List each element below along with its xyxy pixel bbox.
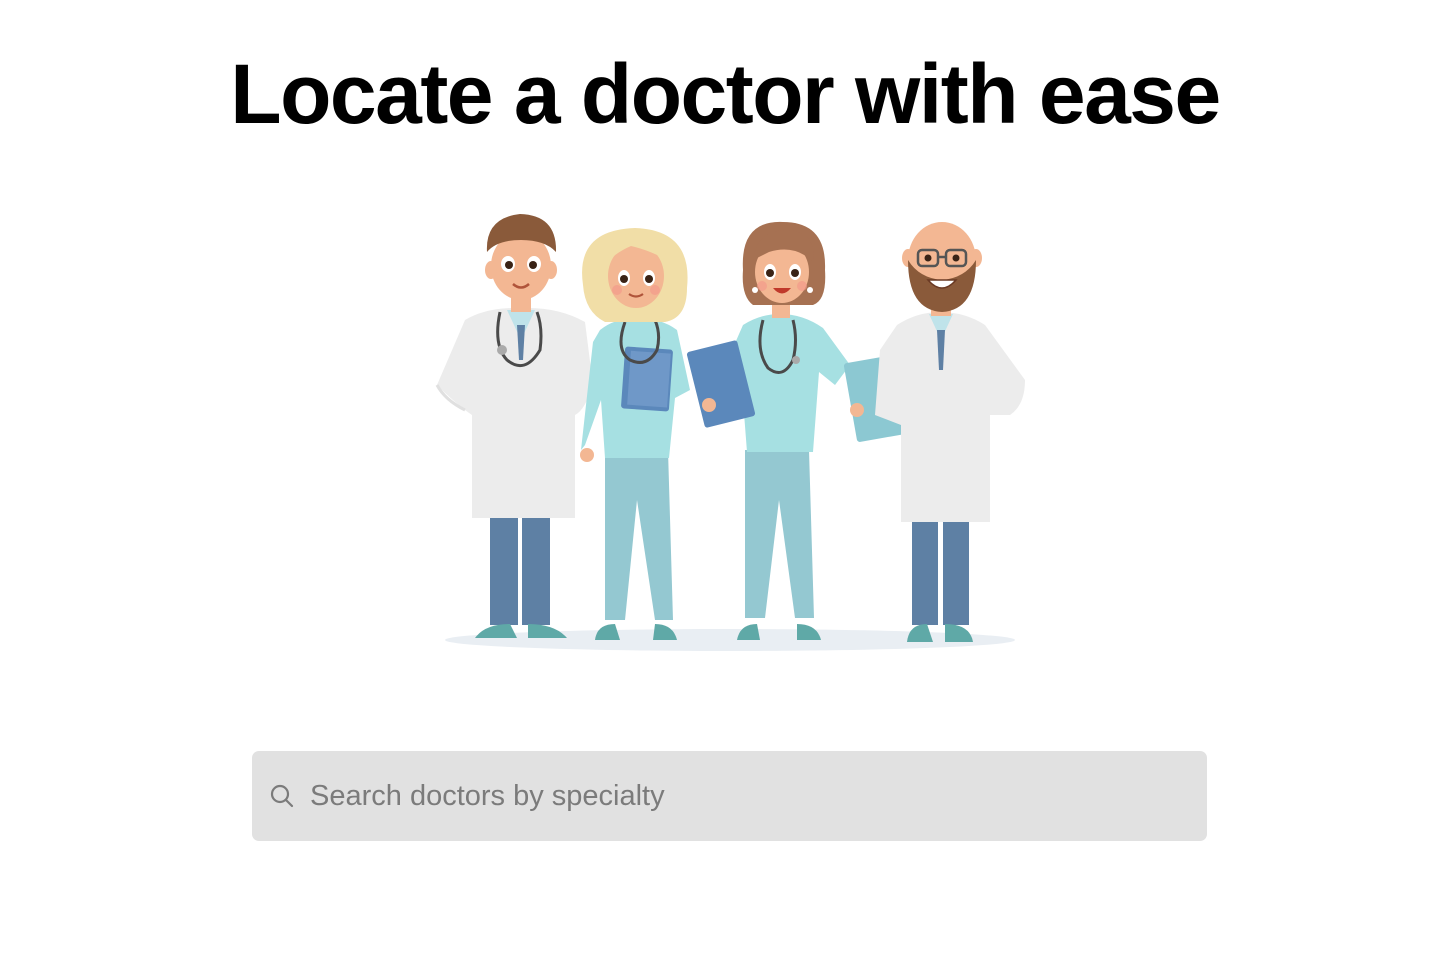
doctor-1-figure (435, 214, 593, 638)
doctors-group-illustration (435, 214, 1025, 651)
doctor-2-figure (580, 228, 690, 640)
search-icon (270, 784, 294, 808)
page-title: Locate a doctor with ease (230, 47, 1221, 141)
search-input[interactable] (310, 766, 1170, 826)
search-bar[interactable] (252, 751, 1207, 841)
doctor-4-figure (875, 222, 1025, 642)
